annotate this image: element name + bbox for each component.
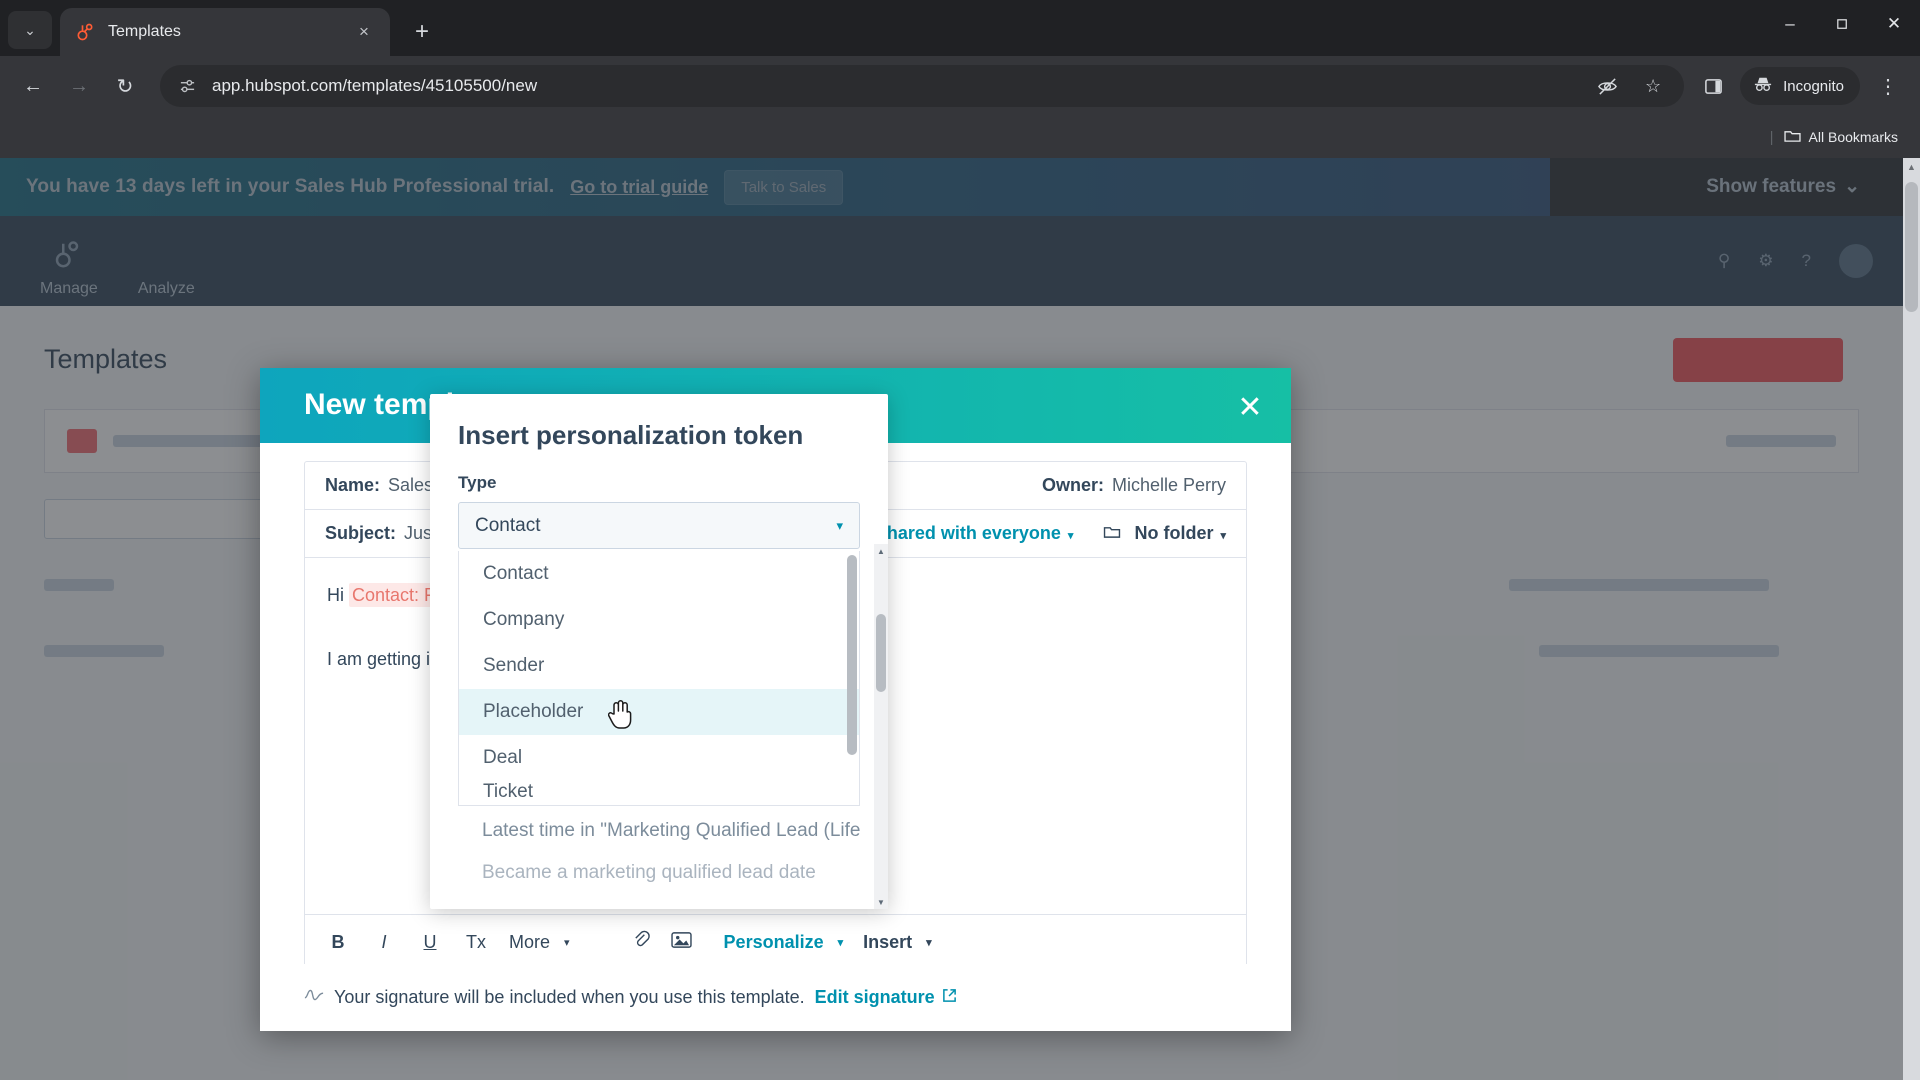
eye-slash-icon[interactable] <box>1592 71 1622 101</box>
type-option-sender[interactable]: Sender <box>459 643 859 689</box>
incognito-hat-icon <box>1752 75 1774 97</box>
folder-label: No folder <box>1134 522 1214 543</box>
tab-search-button[interactable]: ⌄ <box>8 11 52 49</box>
reload-icon[interactable]: ↻ <box>104 65 146 107</box>
type-option-deal[interactable]: Deal <box>459 735 859 781</box>
greeting-text: Hi <box>327 584 344 605</box>
site-settings-icon[interactable] <box>176 75 198 97</box>
sharing-dropdown[interactable]: Shared with everyone ▾ <box>875 523 1074 544</box>
tab-title: Templates <box>108 23 181 40</box>
signature-icon <box>304 987 324 1008</box>
new-tab-button[interactable]: + <box>404 14 440 50</box>
page-viewport: ⚲ ⚙ ? Manage Analyze Templates <box>0 158 1920 1080</box>
italic-button[interactable]: I <box>371 932 397 953</box>
subject-label: Subject: <box>325 522 397 543</box>
chevron-down-icon: ▾ <box>1067 529 1074 542</box>
modal-footer: Your signature will be included when you… <box>260 964 1291 1031</box>
type-field-label: Type <box>458 473 497 492</box>
scrollbar-thumb[interactable] <box>847 555 857 755</box>
type-option-ticket[interactable]: Ticket <box>459 781 859 805</box>
token-property-list: Latest time in "Marketing Qualified Lead… <box>458 810 860 894</box>
folder-dropdown[interactable]: No folder ▾ <box>1103 523 1226 544</box>
options-list-scrollbar[interactable] <box>847 555 857 801</box>
popover-title: Insert personalization token <box>458 420 804 450</box>
bookmark-star-icon[interactable]: ☆ <box>1638 71 1668 101</box>
type-options-list[interactable]: Contact Company Sender Placeholder Deal … <box>458 551 860 806</box>
scroll-down-arrow[interactable]: ▼ <box>874 895 888 909</box>
property-item[interactable]: Latest time in "Marketing Qualified Lead… <box>458 810 860 852</box>
personalize-label: Personalize <box>723 931 824 952</box>
editor-toolbar: B I U Tx More ▾ Personalize ▾ Insert ▾ <box>305 913 1246 964</box>
popover-scrollbar[interactable]: ▲ ▼ <box>874 544 888 909</box>
address-bar[interactable]: app.hubspot.com/templates/45105500/new ☆ <box>160 65 1685 107</box>
all-bookmarks-label: All Bookmarks <box>1808 129 1898 145</box>
name-label: Name: <box>325 474 381 495</box>
insert-dropdown[interactable]: Insert ▾ <box>863 932 932 953</box>
clear-formatting-button[interactable]: Tx <box>463 932 489 953</box>
browser-tab-strip: ⌄ Templates × + – ✕ <box>0 0 1920 56</box>
browser-tab-templates[interactable]: Templates × <box>60 8 390 56</box>
owner-field: Owner: Michelle Perry <box>1042 475 1226 496</box>
folder-icon <box>1783 129 1801 146</box>
property-item[interactable]: Became a marketing qualified lead date <box>458 852 860 894</box>
bold-button[interactable]: B <box>325 932 351 953</box>
owner-label: Owner: <box>1041 474 1104 495</box>
edit-signature-label: Edit signature <box>814 986 935 1007</box>
personalization-token-chip[interactable]: Contact: Fi <box>349 582 443 607</box>
edit-signature-link[interactable]: Edit signature <box>815 987 957 1008</box>
scroll-up-arrow[interactable]: ▲ <box>874 544 888 558</box>
more-label: More <box>509 931 551 952</box>
paperclip-icon[interactable] <box>632 930 651 954</box>
back-icon[interactable]: ← <box>12 65 54 107</box>
scroll-up-arrow[interactable]: ▲ <box>1903 158 1920 175</box>
owner-value: Michelle Perry <box>1111 474 1226 495</box>
chevron-down-icon: ▾ <box>837 936 844 949</box>
type-option-placeholder[interactable]: Placeholder <box>459 689 859 735</box>
chevron-down-icon: ▾ <box>1220 529 1226 542</box>
page-scrollbar[interactable]: ▲ <box>1903 158 1920 1080</box>
maximize-icon[interactable] <box>1816 0 1868 48</box>
url-text: app.hubspot.com/templates/45105500/new <box>212 76 538 95</box>
external-link-icon <box>942 987 957 1008</box>
forward-icon[interactable]: → <box>58 65 100 107</box>
folder-icon <box>1103 523 1126 543</box>
personalize-dropdown[interactable]: Personalize ▾ <box>724 932 844 953</box>
browser-menu-icon[interactable]: ⋮ <box>1868 66 1908 106</box>
close-icon[interactable]: ✕ <box>1233 390 1267 424</box>
incognito-indicator[interactable]: Incognito <box>1740 67 1860 105</box>
window-controls: – ✕ <box>1764 0 1920 48</box>
close-window-icon[interactable]: ✕ <box>1868 0 1920 48</box>
hubspot-sprocket-icon <box>74 21 96 43</box>
chevron-down-icon: ⌄ <box>24 21 36 38</box>
browser-toolbar: ← → ↻ app.hubspot.com/templates/45105500… <box>0 56 1920 116</box>
scrollbar-thumb[interactable] <box>1905 182 1918 312</box>
type-option-company[interactable]: Company <box>459 597 859 643</box>
bookmarks-bar: | All Bookmarks <box>0 116 1920 158</box>
type-option-contact[interactable]: Contact <box>459 551 859 597</box>
incognito-label: Incognito <box>1783 77 1844 95</box>
side-panel-icon[interactable] <box>1698 71 1728 101</box>
chevron-down-icon: ▾ <box>926 936 932 949</box>
sharing-label: Shared with everyone <box>874 522 1061 543</box>
insert-label: Insert <box>863 931 913 952</box>
type-selected-value: Contact <box>475 514 541 536</box>
type-select[interactable]: Contact ▾ <box>458 502 860 549</box>
chevron-down-icon: ▾ <box>836 517 843 533</box>
signature-text: Your signature will be included when you… <box>334 986 805 1007</box>
sharing-controls: Shared with everyone ▾ No folder ▾ <box>875 523 1226 544</box>
omnibox-actions: ☆ <box>1592 71 1668 101</box>
chevron-down-icon: ▾ <box>564 936 570 949</box>
underline-button[interactable]: U <box>417 932 443 953</box>
minimize-icon[interactable]: – <box>1764 0 1816 48</box>
all-bookmarks-button[interactable]: All Bookmarks <box>1783 129 1898 146</box>
close-icon[interactable]: × <box>352 20 376 44</box>
scrollbar-thumb[interactable] <box>876 614 886 692</box>
insert-token-popover: Insert personalization token Type Contac… <box>430 394 888 909</box>
bookmarks-separator: | <box>1769 128 1774 146</box>
image-icon[interactable] <box>670 931 692 954</box>
more-formatting-dropdown[interactable]: More ▾ <box>509 932 570 953</box>
